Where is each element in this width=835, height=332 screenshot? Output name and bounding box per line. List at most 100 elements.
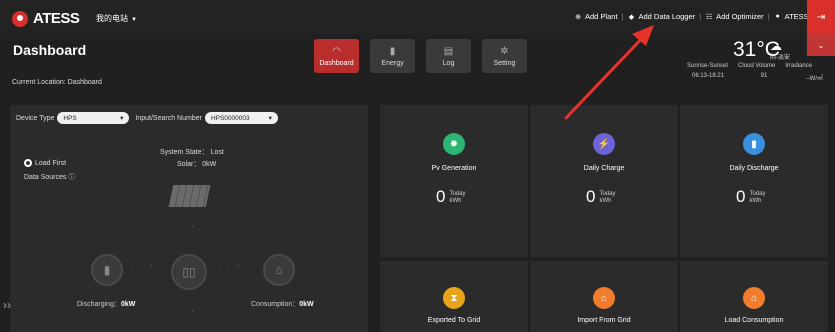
irradiance-value: --W/㎡ [805, 76, 823, 82]
card-unit-block: Today kWh [599, 191, 615, 205]
card-title: Daily Charge [583, 165, 625, 172]
card-number: 0 [436, 187, 446, 206]
gear-icon: ✲ [500, 45, 509, 57]
top-bar: ATESS 我的电站 ▼ ⊕ Add Plant | ◆ Add Data Logge… [0, 0, 835, 34]
device-type-label: Device Type [16, 114, 55, 122]
search-number-select[interactable]: HPS0000003 ▾ [204, 112, 278, 124]
card-value: 0 Today kWh [586, 188, 615, 205]
home-icon: ⌂ [743, 287, 765, 309]
hourglass-icon: ⧗ [443, 287, 465, 309]
separator: | [699, 12, 702, 21]
card-title: Daily Discharge [729, 165, 779, 172]
add-optimizer-label: Add Optimizer [716, 12, 764, 21]
chevron-down-icon: ▾ [120, 115, 124, 122]
stat-card-daily-discharge[interactable] [680, 105, 828, 257]
logo-text: ATESS [33, 10, 80, 27]
separator: | [767, 12, 770, 21]
card-unit-block: Today kWh [449, 191, 465, 205]
nav-dashboard-label: Dashboard [319, 59, 354, 67]
data-sources-label[interactable]: Data Sources ⓘ [24, 172, 75, 182]
add-data-logger-button[interactable]: ◆ Add Data Logger [627, 12, 695, 21]
search-number-value: HPS0000003 [210, 114, 250, 122]
app-root: ATESS 我的电站 ▼ ⊕ Add Plant | ◆ Add Data Logge… [0, 0, 835, 332]
device-type-value: HPS [63, 114, 77, 122]
logout-button[interactable]: ⇥ [807, 0, 835, 34]
load-first-label: Load First [35, 159, 67, 167]
card-title: Load Consumption [724, 317, 784, 324]
sunrise-sunset-label: Sunrise-Sunset [687, 63, 729, 69]
nav-log[interactable]: ▤ Log [426, 39, 471, 73]
diamond-icon: ◆ [628, 13, 635, 21]
add-optimizer-button[interactable]: ☷ Add Optimizer [705, 12, 764, 21]
add-plant-label: Add Plant [585, 12, 618, 21]
discharging-label: Discharging： [77, 301, 121, 308]
irradiance-label: Irradiance [785, 63, 813, 69]
cloud-volume-value: 91 [760, 73, 768, 79]
consumption-value: 0kW [299, 301, 314, 308]
optimizer-icon: ☷ [706, 13, 713, 21]
bar-chart-icon: ▮ [389, 45, 396, 57]
cloudy-sun-icon: ☁ [770, 39, 782, 53]
nav-setting[interactable]: ✲ Setting [482, 39, 527, 73]
home-icon: ⌂ [593, 287, 615, 309]
weather-condition: 阴-淡安 [770, 55, 790, 61]
gauge-icon: ◠ [332, 45, 341, 57]
flow-dots: ⌄ [190, 223, 196, 229]
card-title: Pv Generation [431, 165, 477, 172]
discharging-readout: Discharging：0kW [77, 299, 135, 309]
unit-label: kWh [449, 198, 462, 204]
card-value: 0 Today kWh [436, 188, 465, 205]
page-title: Dashboard [13, 42, 87, 58]
today-label: Today [599, 191, 616, 197]
device-type-select[interactable]: HPS ▾ [57, 112, 130, 124]
battery-discharge-icon: ▮ [743, 133, 765, 155]
solar-power: Solar： 0kW [177, 161, 217, 168]
list-icon: ▤ [443, 45, 454, 57]
plant-name: 我的电站 [96, 14, 128, 23]
collapse-toggle[interactable]: ⌄ [807, 34, 835, 56]
nav-setting-label: Setting [493, 59, 516, 67]
unit-label: kWh [749, 198, 762, 204]
solar-panel-icon [168, 185, 211, 207]
weather-labels: Sunrise-Sunset Cloud Volume Irradiance [687, 63, 812, 69]
nav-log-label: Log [442, 59, 455, 67]
discharging-value: 0kW [120, 301, 136, 308]
stat-card-pv-generation[interactable] [380, 105, 528, 257]
nav-dashboard[interactable]: ◠ Dashboard [314, 39, 359, 73]
user-menu[interactable]: ● ATESS [774, 12, 809, 21]
card-title: Import From Grid [577, 317, 631, 324]
expand-sidebar-icon[interactable]: ›› [3, 298, 11, 312]
logo[interactable]: ATESS [12, 10, 80, 27]
card-value: 0 Today kWh [736, 188, 765, 205]
stat-card-daily-charge[interactable] [530, 105, 678, 257]
unit-label: kWh [599, 198, 612, 204]
card-number: 0 [736, 187, 746, 206]
nav-energy[interactable]: ▮ Energy [370, 39, 415, 73]
flow-dots: · · › [218, 264, 243, 270]
plus-circle-icon: ⊕ [575, 13, 581, 21]
add-plant-button[interactable]: ⊕ Add Plant [574, 12, 618, 21]
top-actions: ⊕ Add Plant | ◆ Add Data Logger | ☷ Add Opt… [574, 12, 809, 21]
card-number: 0 [586, 187, 596, 206]
battery-icon: ▮ [91, 254, 123, 286]
consumption-readout: Consumption：0kW [251, 299, 314, 309]
today-label: Today [449, 191, 466, 197]
chevron-down-icon: ▼ [131, 17, 137, 23]
plant-selector[interactable]: 我的电站 ▼ [96, 13, 137, 24]
nav-energy-label: Energy [381, 59, 404, 67]
device-filter-row: Device Type HPS ▾ Input/Search Number HPS… [16, 112, 278, 124]
inverter-icon: ▯▯ [171, 254, 207, 290]
logout-icon: ⇥ [816, 11, 826, 23]
flow-dots: · · › [131, 264, 156, 270]
battery-charge-icon: ⚡ [593, 133, 615, 155]
home-load-icon: ⌂ [263, 254, 295, 286]
chevron-down-icon: ⌄ [817, 40, 825, 50]
load-first-option[interactable]: Load First [24, 159, 66, 167]
consumption-label: Consumption： [251, 301, 300, 308]
breadcrumb: Current Location: Dashboard [12, 79, 102, 86]
card-unit-block: Today kWh [749, 191, 765, 205]
flow-dots: ⌃ [190, 311, 196, 317]
radio-button[interactable] [24, 159, 32, 167]
today-label: Today [749, 191, 766, 197]
cloud-volume-label: Cloud Volume [738, 63, 776, 69]
